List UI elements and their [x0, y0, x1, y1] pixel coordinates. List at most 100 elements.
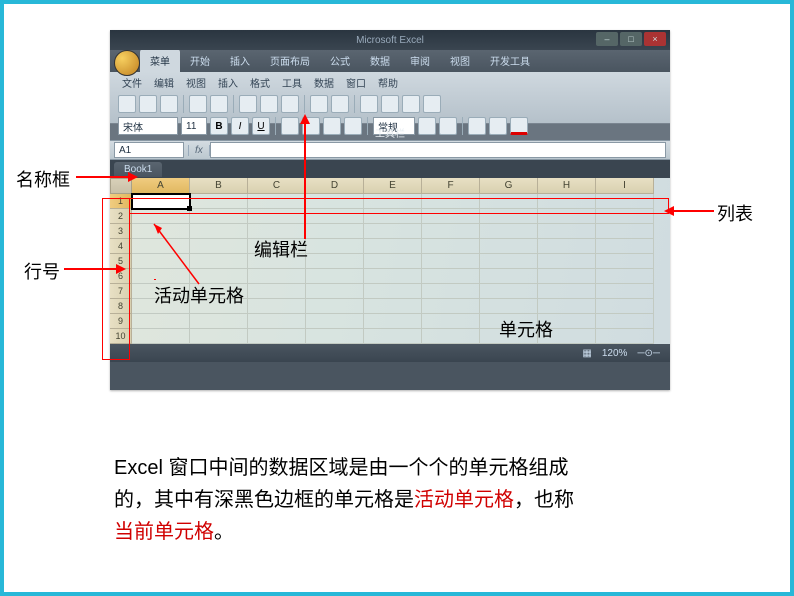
cell[interactable] — [538, 209, 596, 224]
cell[interactable] — [422, 299, 480, 314]
zoom-level[interactable]: 120% — [602, 348, 628, 359]
cell-a1[interactable] — [132, 194, 190, 209]
minimize-button[interactable]: – — [596, 32, 618, 46]
cell[interactable] — [190, 239, 248, 254]
cell[interactable] — [248, 284, 306, 299]
formula-input[interactable] — [210, 142, 666, 158]
sort-desc-icon[interactable] — [381, 95, 399, 113]
cell[interactable] — [248, 194, 306, 209]
row-header-7[interactable]: 7 — [110, 284, 132, 299]
close-button[interactable]: × — [644, 32, 666, 46]
col-header-a[interactable]: A — [132, 178, 190, 194]
cell[interactable] — [422, 209, 480, 224]
row-header-10[interactable]: 10 — [110, 329, 132, 344]
view-normal-icon[interactable]: ▦ — [582, 348, 591, 359]
cell[interactable] — [132, 224, 190, 239]
cell[interactable] — [480, 209, 538, 224]
cell[interactable] — [596, 209, 654, 224]
cell[interactable] — [422, 254, 480, 269]
menu-format[interactable]: 格式 — [246, 75, 274, 90]
cell[interactable] — [190, 314, 248, 329]
italic-icon[interactable]: I — [231, 117, 249, 135]
col-header-h[interactable]: H — [538, 178, 596, 194]
cell[interactable] — [422, 329, 480, 344]
col-header-d[interactable]: D — [306, 178, 364, 194]
merge-icon[interactable] — [344, 117, 362, 135]
cell[interactable] — [190, 254, 248, 269]
cell[interactable] — [306, 224, 364, 239]
menu-window[interactable]: 窗口 — [342, 75, 370, 90]
cell[interactable] — [596, 224, 654, 239]
cell[interactable] — [248, 329, 306, 344]
cell[interactable] — [306, 299, 364, 314]
cell[interactable] — [306, 269, 364, 284]
cell[interactable] — [306, 194, 364, 209]
cell[interactable] — [306, 284, 364, 299]
cell[interactable] — [306, 239, 364, 254]
menu-file[interactable]: 文件 — [118, 75, 146, 90]
tab-menu[interactable]: 菜单 — [140, 49, 180, 72]
cell[interactable] — [132, 254, 190, 269]
tab-review[interactable]: 审阅 — [400, 49, 440, 72]
tab-developer[interactable]: 开发工具 — [480, 49, 540, 72]
cell[interactable] — [132, 314, 190, 329]
row-header-9[interactable]: 9 — [110, 314, 132, 329]
cell[interactable] — [480, 284, 538, 299]
cell[interactable] — [364, 284, 422, 299]
cell[interactable] — [306, 314, 364, 329]
sum-icon[interactable] — [402, 95, 420, 113]
cell[interactable] — [596, 314, 654, 329]
cell[interactable] — [248, 314, 306, 329]
cell[interactable] — [596, 269, 654, 284]
font-size-box[interactable]: 11 — [181, 117, 207, 135]
fx-icon[interactable]: fx — [188, 145, 210, 156]
font-color-icon[interactable] — [510, 117, 528, 135]
menu-insert[interactable]: 插入 — [214, 75, 242, 90]
cell[interactable] — [596, 194, 654, 209]
cell[interactable] — [422, 224, 480, 239]
cell[interactable] — [190, 224, 248, 239]
menu-tools[interactable]: 工具 — [278, 75, 306, 90]
cell[interactable] — [364, 269, 422, 284]
cell[interactable] — [306, 329, 364, 344]
cell[interactable] — [480, 239, 538, 254]
tab-data[interactable]: 数据 — [360, 49, 400, 72]
cell[interactable] — [422, 314, 480, 329]
cell[interactable] — [248, 269, 306, 284]
tab-view[interactable]: 视图 — [440, 49, 480, 72]
redo-icon[interactable] — [331, 95, 349, 113]
align-left-icon[interactable] — [281, 117, 299, 135]
menu-view[interactable]: 视图 — [182, 75, 210, 90]
cell[interactable] — [596, 254, 654, 269]
cell[interactable] — [480, 194, 538, 209]
cell[interactable] — [538, 269, 596, 284]
cell[interactable] — [364, 209, 422, 224]
col-header-g[interactable]: G — [480, 178, 538, 194]
chart-icon[interactable] — [423, 95, 441, 113]
cell[interactable] — [480, 299, 538, 314]
cell[interactable] — [596, 329, 654, 344]
sort-asc-icon[interactable] — [360, 95, 378, 113]
currency-icon[interactable] — [418, 117, 436, 135]
preview-icon[interactable] — [210, 95, 228, 113]
cut-icon[interactable] — [239, 95, 257, 113]
cell[interactable] — [422, 284, 480, 299]
cell[interactable] — [538, 194, 596, 209]
underline-icon[interactable]: U — [252, 117, 270, 135]
cell[interactable] — [364, 254, 422, 269]
row-header-8[interactable]: 8 — [110, 299, 132, 314]
maximize-button[interactable]: □ — [620, 32, 642, 46]
cell[interactable] — [538, 224, 596, 239]
office-orb-icon[interactable] — [114, 50, 140, 76]
col-header-i[interactable]: I — [596, 178, 654, 194]
cell[interactable] — [538, 299, 596, 314]
font-name-box[interactable]: 宋体 — [118, 117, 178, 135]
cell[interactable] — [306, 254, 364, 269]
cell[interactable] — [364, 299, 422, 314]
cell[interactable] — [422, 194, 480, 209]
percent-icon[interactable] — [439, 117, 457, 135]
undo-icon[interactable] — [310, 95, 328, 113]
row-header-3[interactable]: 3 — [110, 224, 132, 239]
new-icon[interactable] — [118, 95, 136, 113]
tab-home[interactable]: 开始 — [180, 49, 220, 72]
